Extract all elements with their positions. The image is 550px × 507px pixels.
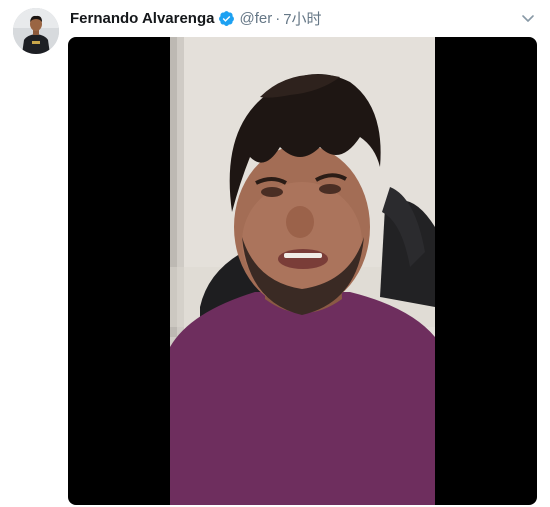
separator-dot: ·: [275, 9, 281, 27]
video-player[interactable]: [68, 37, 537, 505]
tweet-card: Fernando Alvarenga @fer · 7小时: [0, 0, 550, 507]
verified-badge-icon: [218, 10, 235, 27]
chevron-down-icon[interactable]: [520, 10, 536, 26]
tweet-timestamp[interactable]: 7小时: [283, 8, 321, 29]
tweet-header: Fernando Alvarenga @fer · 7小时: [70, 8, 322, 28]
avatar-photo-icon: [13, 8, 59, 54]
author-handle[interactable]: @fer: [239, 10, 272, 27]
video-frame: [170, 37, 435, 505]
person-selfie-video-frame-icon: [170, 37, 435, 505]
avatar[interactable]: [13, 8, 59, 54]
author-display-name[interactable]: Fernando Alvarenga: [70, 10, 214, 27]
